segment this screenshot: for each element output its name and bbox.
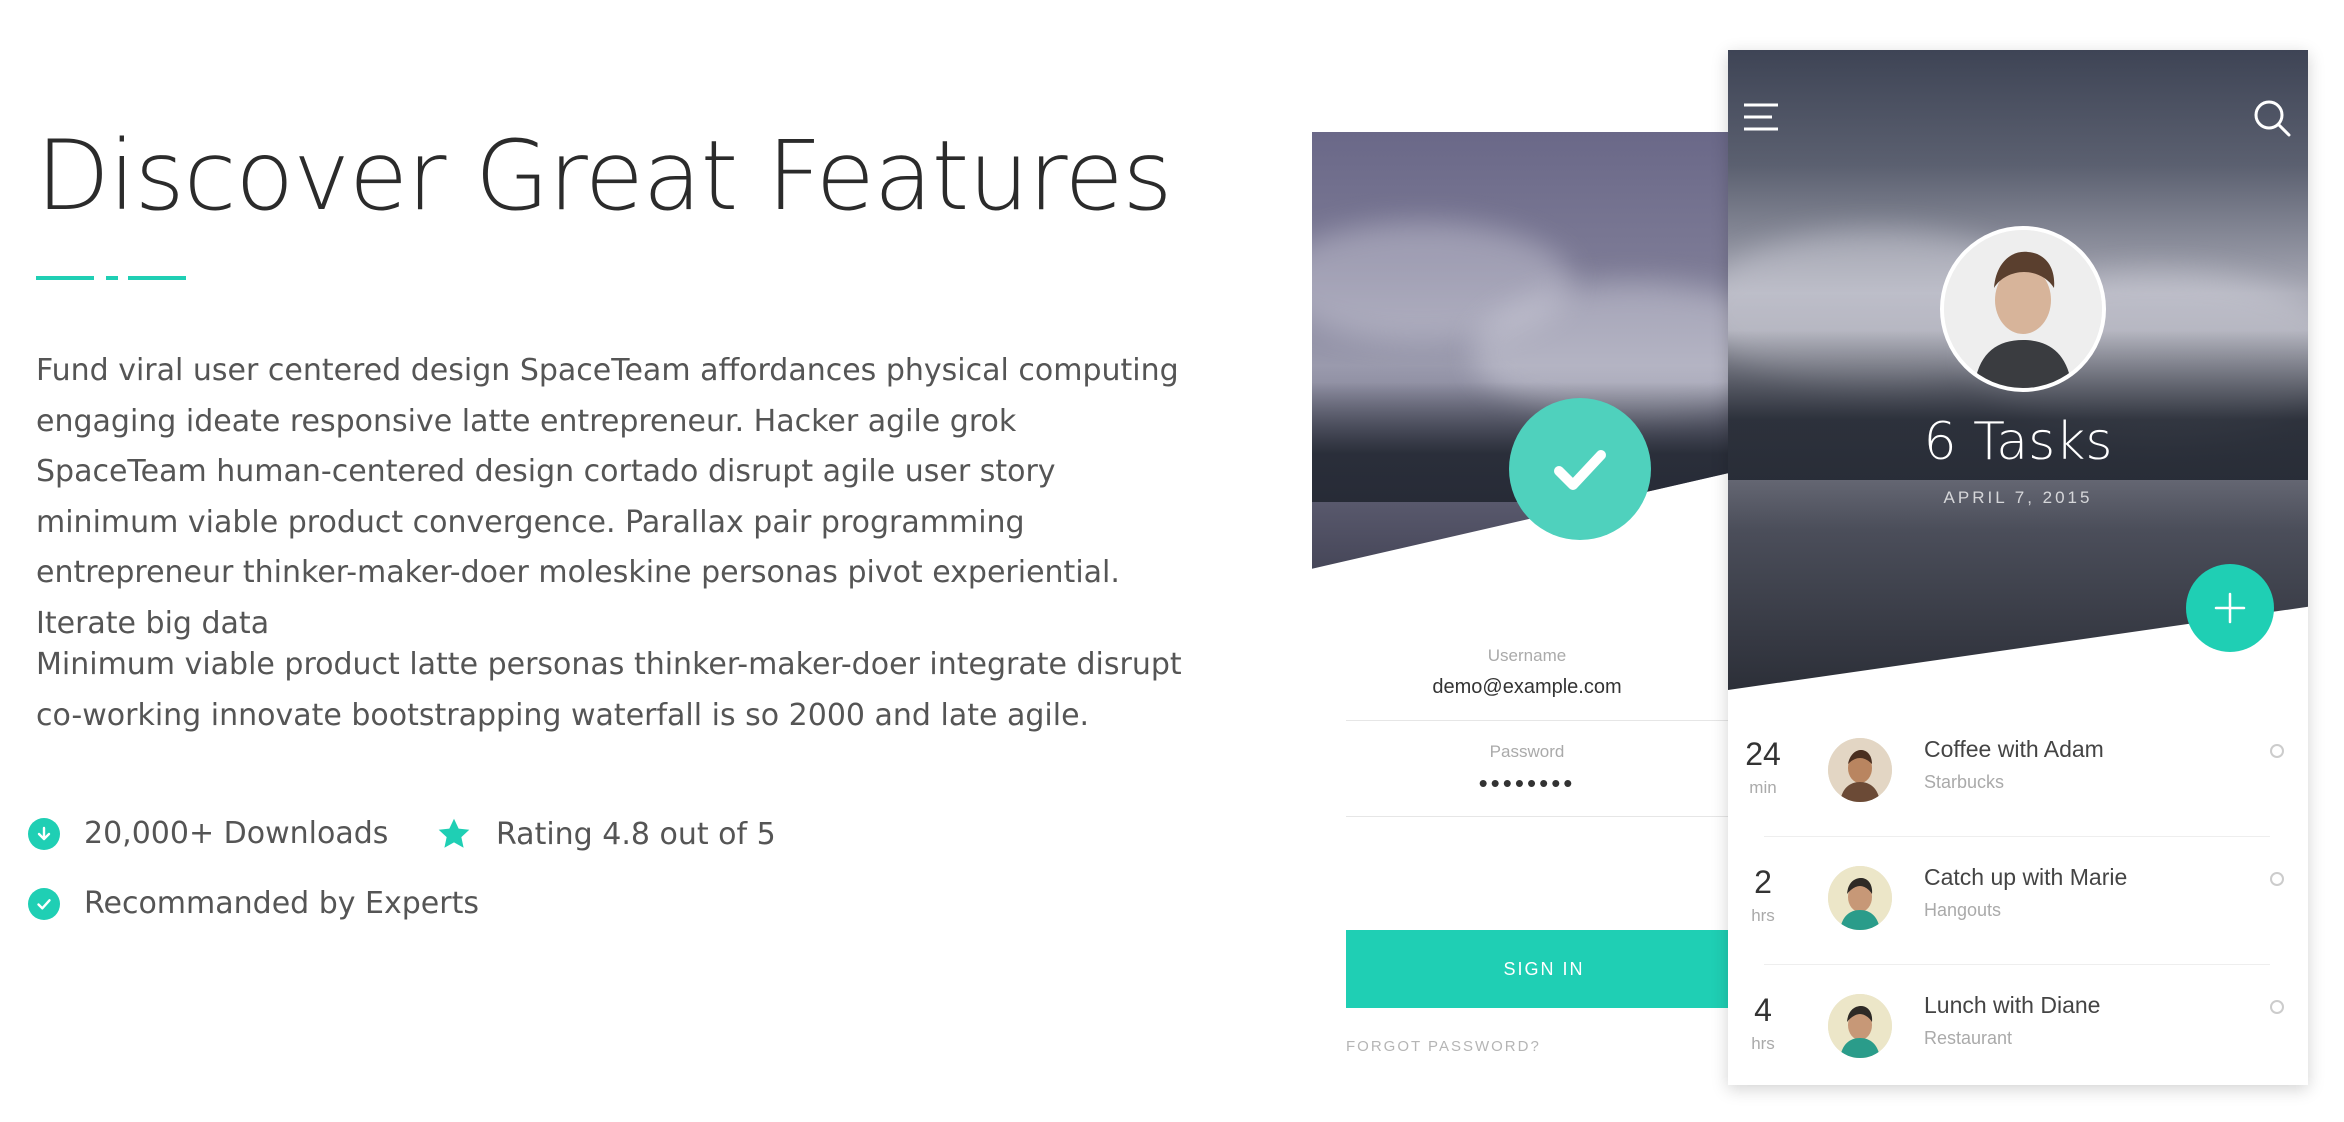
task-item[interactable]: 24 min Coffee with Adam Starbucks xyxy=(1728,736,2308,864)
task-avatar xyxy=(1828,738,1892,802)
feature-recommended: Recommanded by Experts xyxy=(28,886,479,921)
password-label: Password xyxy=(1489,742,1565,761)
sign-in-button[interactable]: SIGN IN xyxy=(1346,930,1742,1008)
task-duration: 24 xyxy=(1745,736,1781,772)
intro-paragraph: Fund viral user centered design SpaceTea… xyxy=(36,353,1179,641)
menu-icon[interactable] xyxy=(1742,100,1780,134)
task-avatar xyxy=(1828,994,1892,1058)
task-duration: 2 xyxy=(1754,864,1772,900)
task-duration: 4 xyxy=(1754,992,1772,1028)
title-divider xyxy=(36,276,186,280)
feature-downloads-label: 20,000+ Downloads xyxy=(84,816,389,851)
tasks-date: APRIL 7, 2015 xyxy=(1943,488,2093,507)
username-divider xyxy=(1346,720,1742,721)
star-icon xyxy=(438,818,470,848)
mountain-fog-image xyxy=(1312,132,1742,569)
feature-rating: Rating 4.8 out of 5 xyxy=(436,816,776,852)
password-field[interactable]: •••••••• xyxy=(1312,768,1742,799)
task-title: Lunch with Diane xyxy=(1924,992,2101,1018)
check-icon xyxy=(28,887,60,920)
task-subtitle: Hangouts xyxy=(1924,900,2002,920)
task-duration-unit: hrs xyxy=(1751,906,1775,925)
task-status-indicator[interactable] xyxy=(2270,1000,2284,1014)
task-duration-unit: hrs xyxy=(1751,1034,1775,1053)
task-status-indicator[interactable] xyxy=(2270,744,2284,758)
task-item[interactable]: 2 hrs Catch up with Marie Hangouts xyxy=(1728,864,2308,992)
secondary-paragraph: Minimum viable product latte personas th… xyxy=(36,647,1182,733)
task-avatar xyxy=(1828,866,1892,930)
search-icon[interactable] xyxy=(2252,98,2292,138)
username-label: Username xyxy=(1487,646,1567,665)
profile-avatar[interactable] xyxy=(1940,226,2106,392)
task-title: Catch up with Marie xyxy=(1924,864,2128,890)
tasks-count: 6 Tasks xyxy=(1923,412,2113,472)
task-duration-unit: min xyxy=(1749,778,1777,797)
add-task-button[interactable] xyxy=(2186,564,2274,652)
login-screen-mockup: Username demo@example.com Password •••••… xyxy=(1312,132,1742,1092)
forgot-password-link[interactable]: FORGOT PASSWORD? xyxy=(1346,1038,1541,1055)
task-status-indicator[interactable] xyxy=(2270,872,2284,886)
task-item[interactable]: 4 hrs Lunch with Diane Restaurant xyxy=(1728,992,2308,1085)
tasks-screen-mockup: 6 Tasks APRIL 7, 2015 24 min Coffee with… xyxy=(1728,50,2308,1085)
task-divider xyxy=(1764,964,2270,965)
task-title: Coffee with Adam xyxy=(1924,736,2104,762)
username-field[interactable]: demo@example.com xyxy=(1312,676,1742,699)
success-check-icon xyxy=(1509,398,1651,540)
task-subtitle: Starbucks xyxy=(1924,772,2005,792)
page-title: Discover Great Features xyxy=(36,120,1173,232)
feature-recommended-label: Recommanded by Experts xyxy=(84,886,479,921)
task-subtitle: Restaurant xyxy=(1924,1028,2013,1048)
feature-downloads: 20,000+ Downloads xyxy=(28,816,388,851)
feature-rating-label: Rating 4.8 out of 5 xyxy=(496,816,776,852)
task-divider xyxy=(1764,836,2270,837)
plus-icon xyxy=(2214,592,2246,624)
password-divider xyxy=(1346,816,1742,817)
download-icon xyxy=(28,817,60,850)
